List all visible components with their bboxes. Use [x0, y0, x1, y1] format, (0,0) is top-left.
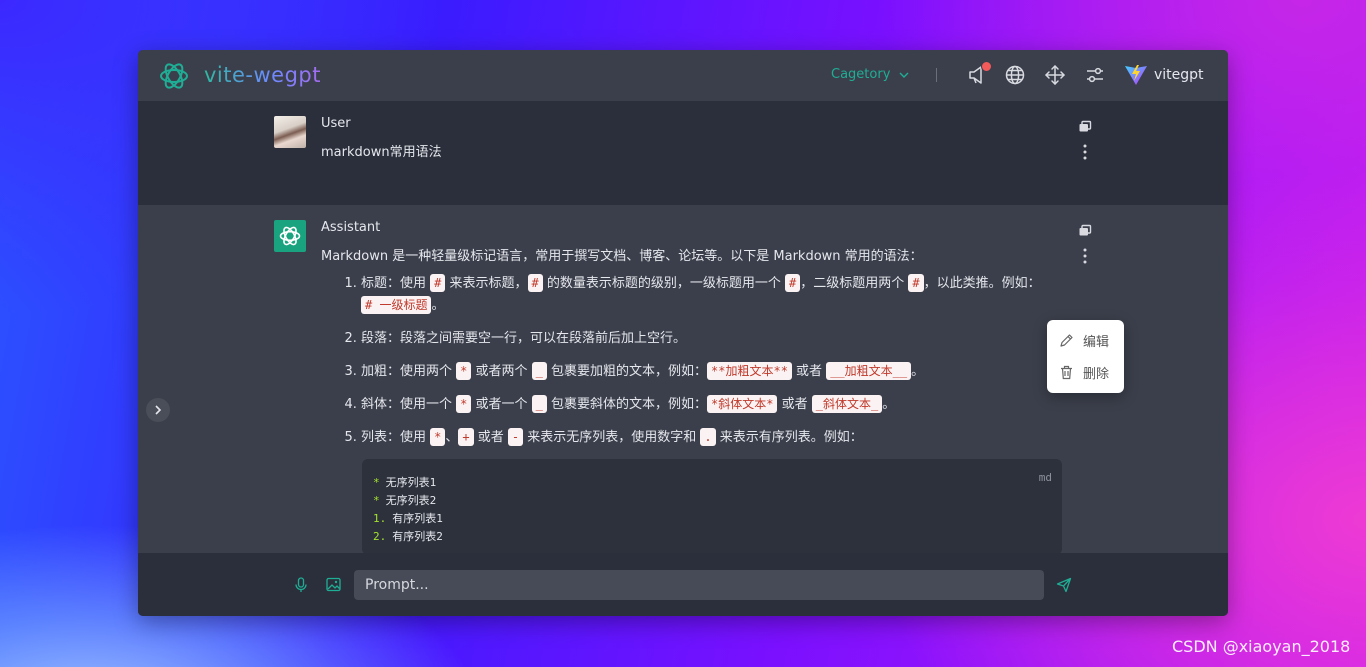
settings-sliders-icon[interactable] [1084, 64, 1106, 86]
openai-logo-icon [160, 63, 188, 89]
menu-item-edit[interactable]: 编辑 [1059, 330, 1109, 350]
inline-code: # 一级标题 [361, 296, 432, 314]
list-item: 段落：段落之间需要空一行，可以在段落前后加上空行。 [361, 328, 1091, 350]
list-item: 标题：使用 # 来表示标题，# 的数量表示标题的级别，一级标题用一个 #，二级标… [361, 273, 1091, 317]
user-role-label: User [321, 116, 351, 131]
move-icon[interactable] [1044, 64, 1066, 86]
code-block: md * 无序列表1 * 无序列表2 1. 有序列表1 2. 有序列表2 [362, 459, 1062, 553]
inline-code: # [430, 274, 446, 292]
message-context-menu: 编辑 删除 [1047, 320, 1124, 393]
list-item: 列表：使用 *、+ 或者 - 来表示无序列表，使用数字和 . 来表示有序列表。例… [361, 427, 1091, 449]
notification-dot [981, 61, 992, 72]
category-dropdown[interactable]: Cagetory [831, 67, 909, 82]
watermark: CSDN @xiaoyan_2018 [1172, 637, 1351, 656]
input-bar [138, 553, 1228, 616]
inline-code: * [456, 362, 472, 380]
inline-code: * [456, 395, 472, 413]
chevron-right-icon [155, 405, 162, 415]
assistant-intro-text: Markdown 是一种轻量级标记语言，常用于撰写文档、博客、论坛等。以下是 M… [321, 249, 923, 264]
assistant-role-label: Assistant [321, 220, 381, 235]
brand-name: vitegpt [1154, 67, 1204, 83]
inline-code: _ [531, 362, 547, 380]
microphone-icon[interactable] [294, 577, 308, 593]
globe-icon[interactable] [1004, 64, 1026, 86]
more-vertical-icon[interactable] [1083, 248, 1087, 264]
inline-code: *斜体文本* [707, 395, 778, 413]
markdown-syntax-list: 标题：使用 # 来表示标题，# 的数量表示标题的级别，一级标题用一个 #，二级标… [321, 273, 1091, 460]
inline-code: # [908, 274, 924, 292]
inline-code: + [458, 428, 474, 446]
code-line: 1. 有序列表1 [373, 512, 443, 525]
header-divider [936, 68, 937, 82]
inline-code: # [527, 274, 543, 292]
more-vertical-icon[interactable] [1083, 144, 1087, 160]
menu-item-delete[interactable]: 删除 [1059, 362, 1109, 382]
app-window: vite-wegpt Cagetory vitegpt User markdow… [138, 50, 1228, 616]
pencil-icon [1060, 333, 1073, 347]
category-label: Cagetory [831, 67, 891, 82]
list-item: 加粗：使用两个 * 或者两个 _ 包裹要加粗的文本，例如：**加粗文本** 或者… [361, 361, 1091, 383]
assistant-avatar [274, 220, 306, 252]
header: vite-wegpt Cagetory vitegpt [138, 50, 1228, 102]
inline-code: # [785, 274, 801, 292]
copy-icon[interactable] [1078, 224, 1092, 238]
user-message: User markdown常用语法 [138, 101, 1228, 205]
chevron-down-icon [899, 72, 909, 78]
prompt-input[interactable] [354, 570, 1044, 600]
expand-sidebar-button[interactable] [146, 398, 170, 422]
image-icon[interactable] [326, 577, 341, 592]
inline-code: **加粗文本** [707, 362, 792, 380]
user-avatar [274, 116, 306, 148]
inline-code: __加粗文本__ [826, 362, 912, 380]
menu-item-edit-label: 编辑 [1083, 334, 1110, 350]
list-item: 斜体：使用一个 * 或者一个 _ 包裹要斜体的文本，例如：*斜体文本* 或者 _… [361, 394, 1091, 416]
trash-icon [1061, 365, 1072, 379]
inline-code: - [507, 428, 524, 446]
inline-code: . [700, 428, 716, 446]
code-language-label: md [1038, 471, 1052, 484]
code-line: * 无序列表1 [373, 476, 437, 489]
menu-item-delete-label: 删除 [1083, 366, 1110, 382]
code-line: 2. 有序列表2 [373, 530, 443, 543]
app-title: vite-wegpt [204, 63, 321, 87]
inline-code: * [430, 428, 446, 446]
vite-logo-icon [1125, 65, 1147, 85]
send-icon[interactable] [1056, 577, 1072, 593]
openai-logo-icon [279, 226, 301, 246]
copy-icon[interactable] [1078, 120, 1092, 134]
code-line: * 无序列表2 [373, 494, 437, 507]
chat-content: User markdown常用语法 Assistant Markdown 是一种… [138, 101, 1228, 553]
user-message-text: markdown常用语法 [321, 145, 442, 160]
inline-code: _斜体文本_ [811, 395, 883, 413]
inline-code: _ [531, 395, 547, 413]
